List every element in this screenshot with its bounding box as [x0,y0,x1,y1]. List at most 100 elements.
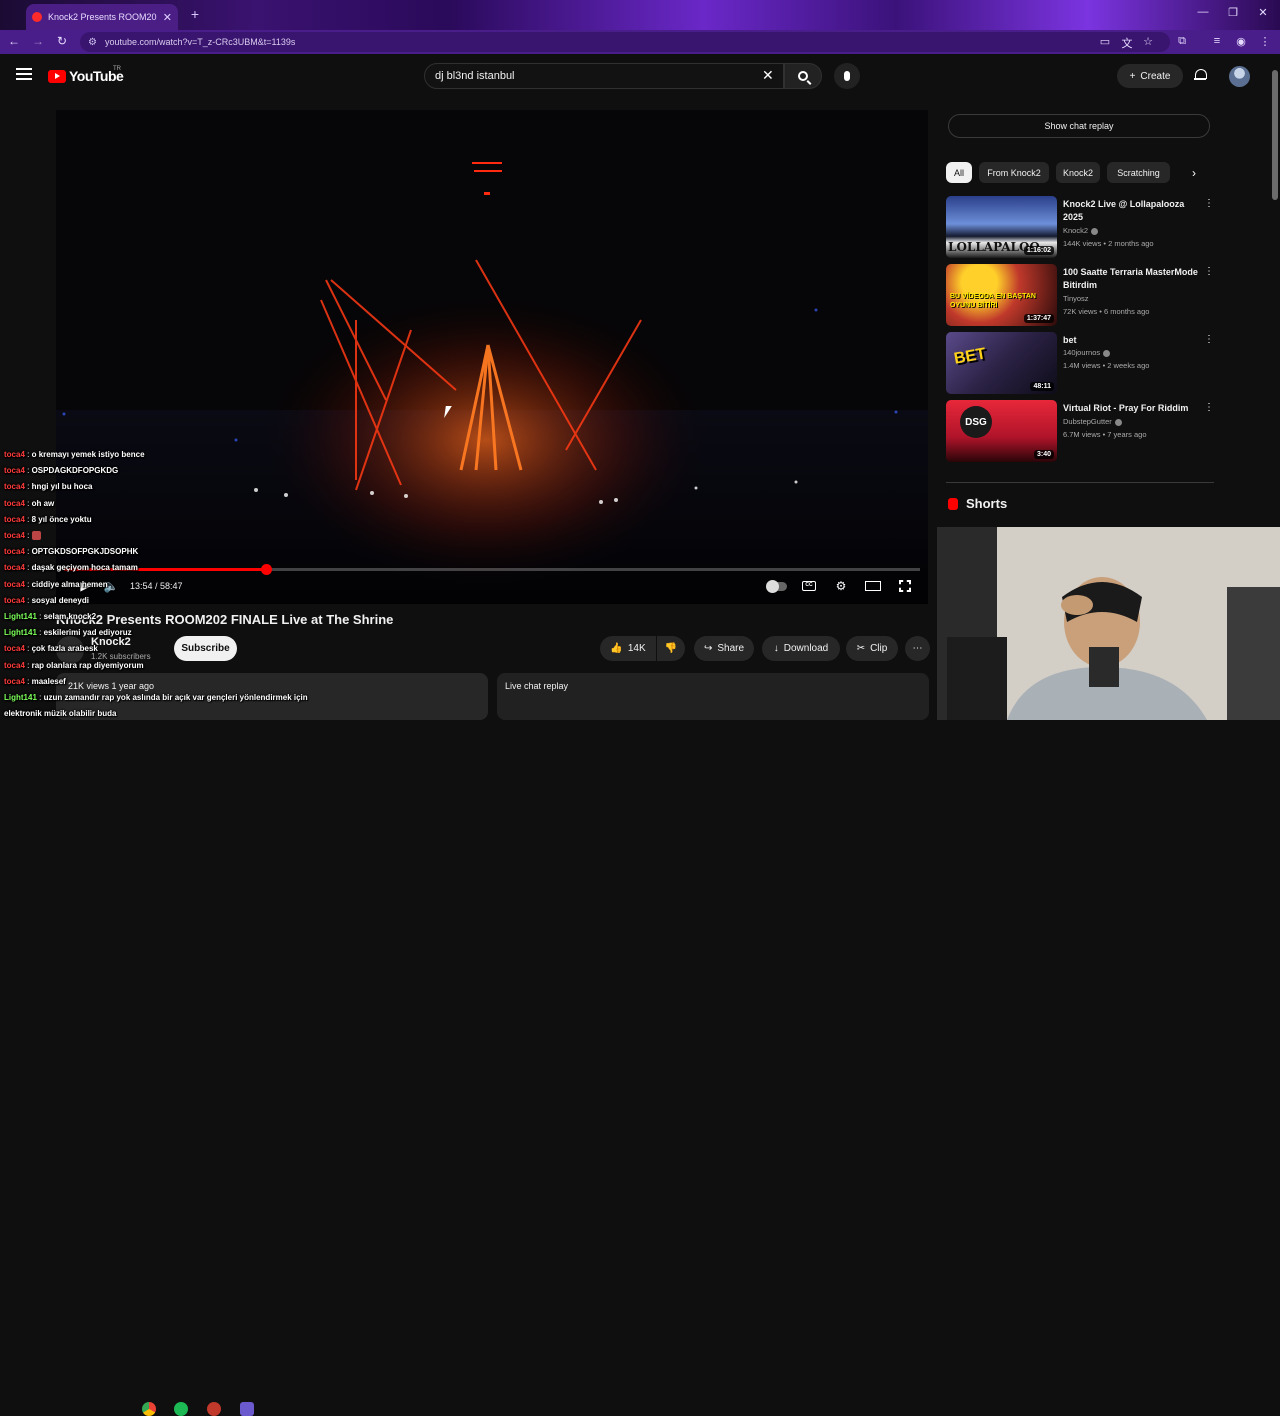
bookmark-star-icon[interactable]: ☆ [1141,35,1155,48]
chat-username: toca4 [4,482,25,492]
channel-text: DubstepGutter [1063,417,1112,426]
search-input[interactable]: dj bl3nd istanbul [424,63,784,89]
video-thumbnail[interactable]: DSG 3:40 [946,400,1057,462]
chat-username: toca4 [4,644,25,654]
forward-icon[interactable]: → [30,34,46,48]
chip-from-knock2[interactable]: From Knock2 [979,162,1049,183]
like-button[interactable]: 👍 14K [600,636,656,661]
video-thumbnail[interactable]: BET 48:11 [946,332,1057,394]
chat-separator: : [36,612,44,621]
create-button[interactable]: + Create [1117,64,1183,88]
chat-separator: : [24,514,32,524]
shorts-label: Shorts [966,496,1008,511]
settings-gear-icon[interactable]: ⚙ [832,578,850,594]
share-label: Share [717,643,745,654]
profile-icon[interactable]: ◉ [1234,35,1248,48]
spotify-icon[interactable] [174,1402,188,1416]
clip-label: Clip [870,643,888,654]
search-button[interactable] [784,63,822,89]
section-divider [946,482,1214,483]
recommendation-item[interactable]: DSG 3:40 Virtual Riot - Pray For Riddim … [946,400,1216,464]
video-duration: 1:37:47 [1023,314,1054,323]
video-thumbnail[interactable]: BU VİDEODA EN BAŞTAN OYUNU BİTİRİ 1:37:4… [946,264,1057,326]
video-thumbnail[interactable]: LOLLAPALOO 1:16:02 [946,196,1057,258]
fullscreen-icon[interactable] [896,578,914,594]
more-actions-button[interactable]: ⋯ [905,636,930,661]
app-icon[interactable] [207,1402,221,1416]
page-scrollbar[interactable] [1272,70,1278,200]
new-tab-icon[interactable]: + [187,6,203,22]
chip-knock2[interactable]: Knock2 [1056,162,1100,183]
chat-separator: : [24,450,32,459]
chat-username: toca4 [4,514,25,524]
chip-all[interactable]: All [946,162,972,183]
site-info-icon[interactable]: ⚙ [88,37,97,48]
recommendation-channel[interactable]: Knock2 [1063,226,1099,235]
chat-username: toca4 [4,450,25,459]
install-icon[interactable]: ▭ [1098,35,1112,48]
reload-icon[interactable]: ↻ [54,34,70,48]
chat-message: eskilerimi yad ediyoruz [43,628,132,638]
clip-button[interactable]: ✂ Clip [846,636,898,661]
chat-message: OSPDAGKDFOPGKDG [31,466,119,476]
recommendation-item[interactable]: BU VİDEODA EN BAŞTAN OYUNU BİTİRİ 1:37:4… [946,264,1216,328]
theater-mode-icon[interactable] [864,578,882,594]
recommendation-item[interactable]: BET 48:11 bet 140journos 1.4M views • 2 … [946,332,1216,396]
tab-close-icon[interactable]: ✕ [163,11,172,24]
more-vert-icon[interactable]: ⋮ [1204,198,1214,209]
show-chat-replay-button[interactable]: Show chat replay [948,114,1210,138]
restore-icon[interactable]: ❐ [1224,6,1242,19]
streamer-webcam [937,527,1280,720]
recommendation-title[interactable]: Knock2 Live @ Lollapalooza 2025 [1063,198,1198,224]
recommendation-channel[interactable]: DubstepGutter [1063,417,1122,426]
share-button[interactable]: ↪ Share [694,636,754,661]
recommendation-channel[interactable]: Tinyosz [1063,294,1089,303]
hamburger-menu-icon[interactable] [16,68,32,80]
youtube-play-icon [48,69,66,83]
recommendation-title[interactable]: bet [1063,334,1198,347]
chat-username: Light141 [4,628,37,638]
chat-separator: : [24,531,32,540]
obs-icon[interactable] [240,1402,254,1416]
browser-menu-icon[interactable]: ⋮ [1258,35,1272,48]
chat-separator: : [24,660,32,670]
chat-line: toca4 : 8 yıl önce yoktu [4,515,92,524]
chat-separator: : [24,579,32,589]
chevron-right-icon[interactable]: › [1192,166,1196,180]
url-text: youtube.com/watch?v=T_z-CRc3UBM&t=1139s [104,37,296,47]
browser-tab[interactable]: Knock2 Presents ROOM202 FIN ✕ [26,4,178,30]
more-vert-icon[interactable]: ⋮ [1204,266,1214,277]
tab-title: Knock2 Presents ROOM202 FIN [48,12,157,22]
browser-tab-bar: Knock2 Presents ROOM202 FIN ✕ + — ❐ ✕ [0,0,1280,30]
account-avatar[interactable] [1229,66,1250,87]
more-vert-icon[interactable]: ⋮ [1204,402,1214,413]
autoplay-toggle[interactable] [766,578,788,594]
window-close-icon[interactable]: ✕ [1254,6,1272,19]
download-icon: ↓ [773,643,779,654]
notifications-bell-icon[interactable] [1194,68,1207,82]
back-icon[interactable]: ← [6,34,22,48]
recommendation-title[interactable]: 100 Saatte Terraria MasterMode Bitirdim [1063,266,1198,292]
translate-icon[interactable]: 文 [1120,35,1134,51]
recommendation-item[interactable]: LOLLAPALOO 1:16:02 Knock2 Live @ Lollapa… [946,196,1216,260]
clear-search-icon[interactable]: ✕ [762,67,774,84]
dislike-button[interactable]: 👎 [657,636,685,661]
chrome-icon[interactable] [142,1402,156,1416]
minimize-icon[interactable]: — [1194,6,1212,18]
recommendation-title[interactable]: Virtual Riot - Pray For Riddim [1063,402,1198,415]
more-vert-icon[interactable]: ⋮ [1204,334,1214,345]
captions-icon[interactable]: CC [800,578,818,594]
address-bar[interactable]: ⚙ youtube.com/watch?v=T_z-CRc3UBM&t=1139… [80,32,1170,52]
chat-message: rap olanlara rap diyemiyorum [31,660,144,670]
live-chat-replay-panel[interactable]: Live chat replay [497,673,929,720]
download-button[interactable]: ↓ Download [762,636,840,661]
media-controls-icon[interactable]: ≡ [1210,35,1224,47]
search-value: dj bl3nd istanbul [435,70,515,82]
recommendation-meta: 1.4M views • 2 weeks ago [1063,361,1150,370]
chat-message: hngi yıl bu hoca [31,482,93,492]
voice-search-button[interactable] [834,63,860,89]
chip-scratching[interactable]: Scratching [1107,162,1170,183]
recommendation-channel[interactable]: 140journos [1063,348,1111,357]
extensions-icon[interactable]: ⧉ [1175,35,1189,48]
stream-chat-overlay: toca4 : o kremayı yemek istiyo bence toca… [0,436,360,720]
